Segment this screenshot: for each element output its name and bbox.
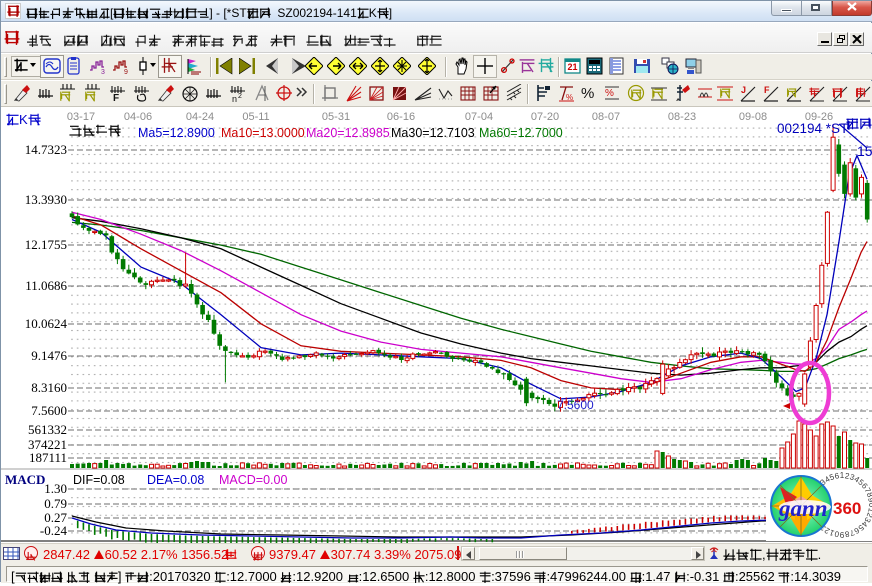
svg-text:10.0624: 10.0624 xyxy=(25,316,68,331)
svg-text:07-20: 07-20 xyxy=(531,111,559,123)
svg-text:7.5600: 7.5600 xyxy=(31,403,67,418)
svg-text:21: 21 xyxy=(568,62,578,72)
svg-text:07-04: 07-04 xyxy=(465,111,493,123)
svg-text:MACD=0.00: MACD=0.00 xyxy=(219,473,287,487)
svg-text:0.79: 0.79 xyxy=(44,496,67,511)
svg-text:15: 15 xyxy=(857,143,872,159)
svg-text:08-23: 08-23 xyxy=(668,111,696,123)
svg-text:J: J xyxy=(741,85,746,95)
svg-text:-0.24: -0.24 xyxy=(40,523,68,538)
svg-text:05-11: 05-11 xyxy=(242,111,269,123)
svg-text:9: 9 xyxy=(124,69,128,75)
svg-text:Ma10=13.0000: Ma10=13.0000 xyxy=(221,126,305,140)
svg-text:Ma60=12.7000: Ma60=12.7000 xyxy=(479,126,563,140)
svg-text:13.3930: 13.3930 xyxy=(25,192,67,207)
svg-text:05-31: 05-31 xyxy=(322,111,350,123)
svg-text:187111: 187111 xyxy=(29,450,67,465)
svg-text:Ma5=12.8900: Ma5=12.8900 xyxy=(138,126,215,140)
svg-text:3: 3 xyxy=(101,69,105,75)
svg-text:561332: 561332 xyxy=(28,422,67,437)
svg-text:09-08: 09-08 xyxy=(739,111,767,123)
svg-text:04-06: 04-06 xyxy=(124,111,152,123)
svg-text:DEA=0.08: DEA=0.08 xyxy=(147,473,204,487)
svg-text:9.1476: 9.1476 xyxy=(31,348,67,363)
svg-text:002194 *ST: 002194 *ST xyxy=(777,121,848,136)
svg-text:Ma30=12.7103: Ma30=12.7103 xyxy=(391,126,475,140)
svg-text:gann: gann xyxy=(778,496,828,521)
svg-text:1.30: 1.30 xyxy=(44,481,67,496)
svg-text:360: 360 xyxy=(833,499,861,518)
svg-text:2: 2 xyxy=(238,93,242,100)
svg-text:7.5600: 7.5600 xyxy=(557,398,594,412)
svg-text:14.7323: 14.7323 xyxy=(25,142,67,157)
svg-text:Ma20=12.8985: Ma20=12.8985 xyxy=(306,126,390,140)
svg-text:12.1755: 12.1755 xyxy=(25,237,67,252)
svg-text:%: % xyxy=(605,88,614,99)
svg-text:08-07: 08-07 xyxy=(592,111,620,123)
svg-text:DIF=0.08: DIF=0.08 xyxy=(73,473,125,487)
svg-text:11.0686: 11.0686 xyxy=(25,278,67,293)
svg-text:06-16: 06-16 xyxy=(387,111,415,123)
svg-text:n: n xyxy=(232,94,237,103)
svg-text:F: F xyxy=(113,93,119,103)
svg-text:8.3160: 8.3160 xyxy=(31,380,67,395)
svg-text:MACD: MACD xyxy=(5,472,45,487)
svg-text:04-24: 04-24 xyxy=(186,111,214,123)
svg-text:F: F xyxy=(764,85,770,95)
